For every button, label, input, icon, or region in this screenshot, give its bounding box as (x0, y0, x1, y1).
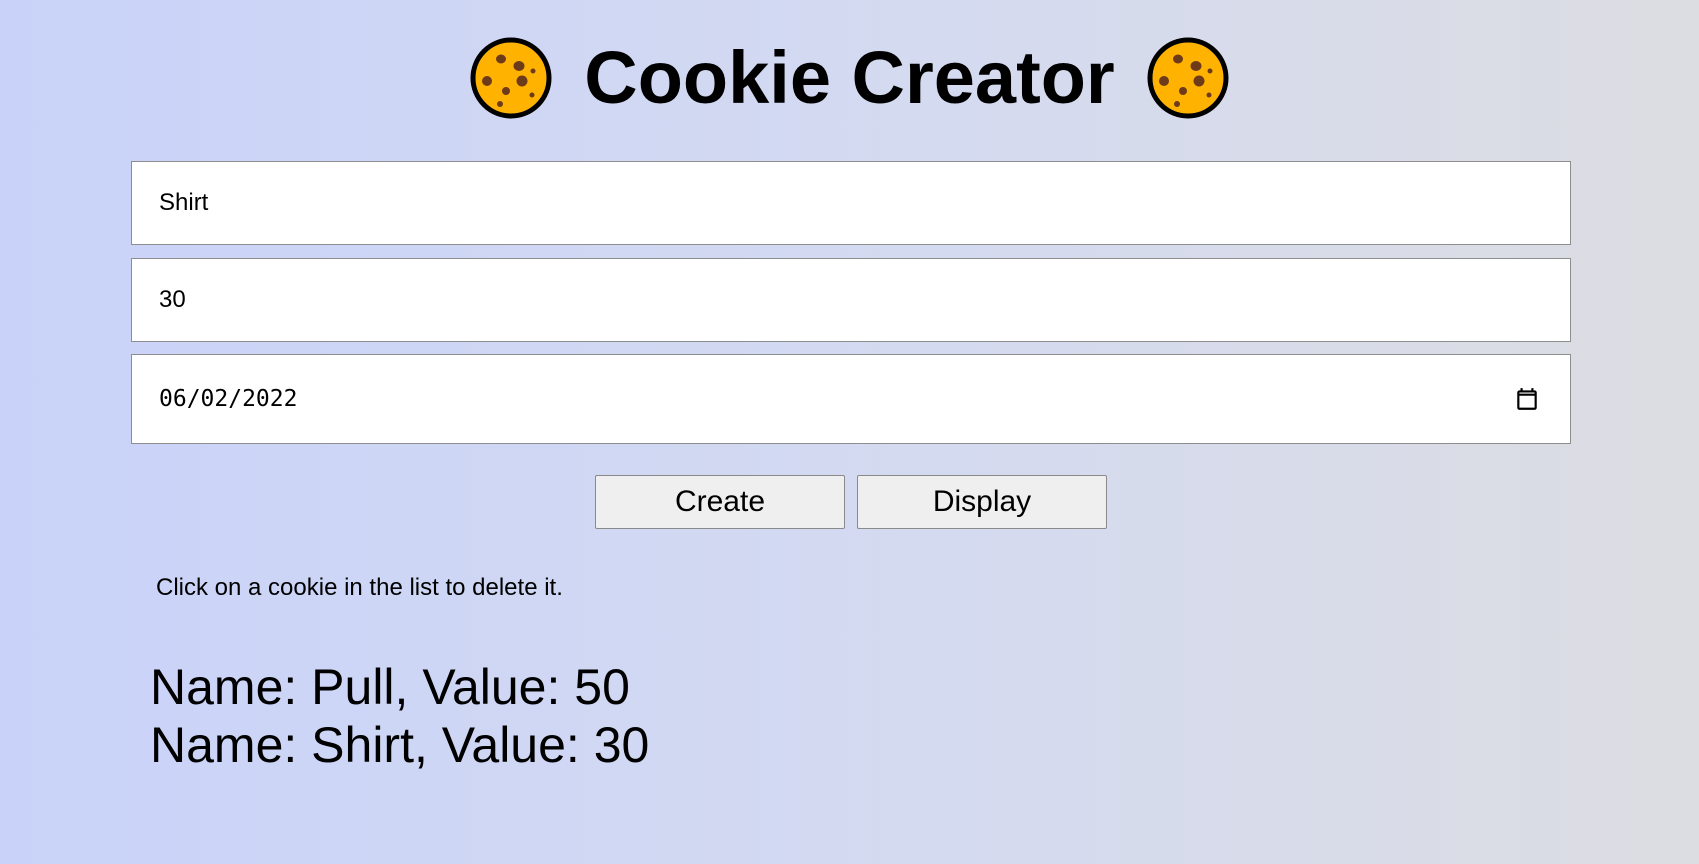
create-button[interactable]: Create (595, 475, 845, 529)
cookie-expiry-date-input[interactable]: 06/02/2022 (131, 354, 1571, 444)
cookie-expiry-date-value: 06/02/2022 (159, 386, 298, 412)
calendar-icon[interactable] (1514, 386, 1540, 412)
delete-hint-text: Click on a cookie in the list to delete … (156, 574, 563, 601)
cookie-name-value: Shirt (159, 189, 209, 216)
cookie-list-item[interactable]: Name: Shirt, Value: 30 (150, 716, 649, 774)
cookie-icon (1147, 37, 1229, 119)
display-button[interactable]: Display (857, 475, 1107, 529)
page-title: Cookie Creator (584, 36, 1115, 119)
cookie-value-value: 30 (159, 286, 186, 313)
cookie-icon (470, 37, 552, 119)
cookie-value-input[interactable]: 30 (131, 258, 1571, 342)
page-header: Cookie Creator (0, 36, 1699, 120)
cookie-name-input[interactable]: Shirt (131, 161, 1571, 245)
cookie-list-item[interactable]: Name: Pull, Value: 50 (150, 658, 649, 716)
cookie-list: Name: Pull, Value: 50 Name: Shirt, Value… (150, 658, 649, 774)
